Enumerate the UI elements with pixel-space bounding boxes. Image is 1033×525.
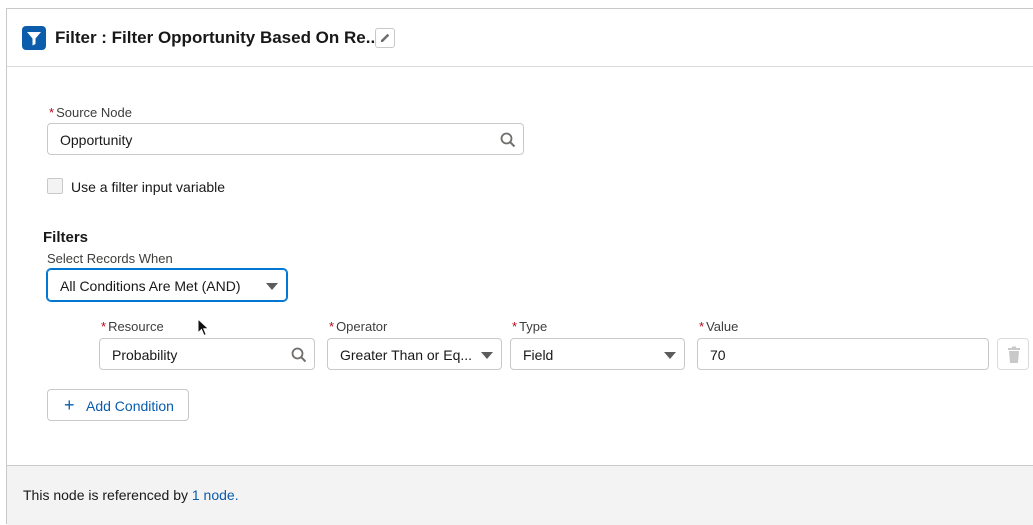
select-records-label: Select Records When — [47, 251, 173, 266]
filter-input-variable-checkbox[interactable] — [47, 178, 63, 194]
mouse-cursor-icon — [197, 317, 211, 338]
source-node-label: * Source Node — [49, 105, 132, 120]
panel-header: Filter : Filter Opportunity Based On Re.… — [7, 9, 1033, 67]
panel-footer: This node is referenced by 1 node. — [7, 465, 1033, 525]
operator-select[interactable]: Greater Than or Eq... — [327, 338, 502, 370]
plus-icon: + — [64, 395, 75, 415]
resource-value: Probability — [112, 347, 178, 363]
operator-value: Greater Than or Eq... — [340, 347, 473, 363]
type-select[interactable]: Field — [510, 338, 685, 370]
chevron-down-icon — [266, 283, 278, 290]
page-title: Filter : Filter Opportunity Based On Re.… — [55, 28, 380, 47]
resource-label: * Resource — [101, 319, 164, 334]
add-condition-button[interactable]: + Add Condition — [47, 389, 189, 421]
pencil-icon — [376, 33, 394, 51]
condition-logic-select[interactable]: All Conditions Are Met (AND) — [47, 269, 287, 301]
trash-icon — [1006, 346, 1022, 369]
type-value: Field — [523, 347, 554, 363]
value-label: * Value — [699, 319, 739, 334]
delete-condition-button[interactable] — [997, 338, 1029, 370]
condition-logic-value: All Conditions Are Met (AND) — [60, 278, 241, 294]
source-node-value: Opportunity — [60, 132, 133, 148]
referenced-nodes-link[interactable]: 1 node. — [192, 487, 239, 503]
chevron-down-icon — [481, 352, 493, 359]
value-value: 70 — [710, 347, 726, 363]
search-icon — [499, 131, 517, 149]
operator-label: * Operator — [329, 319, 388, 334]
filter-input-variable-label: Use a filter input variable — [71, 179, 226, 195]
filter-icon — [22, 26, 46, 50]
value-input[interactable]: 70 — [697, 338, 989, 370]
filter-editor-panel: Filter : Filter Opportunity Based On Re.… — [6, 8, 1033, 525]
edit-title-button[interactable] — [375, 28, 395, 48]
search-icon — [290, 346, 308, 364]
filters-heading: Filters — [43, 229, 89, 246]
source-node-input[interactable]: Opportunity — [47, 123, 524, 155]
footer-text: This node is referenced by 1 node. — [23, 487, 239, 503]
type-label: * Type — [512, 319, 548, 334]
chevron-down-icon — [664, 352, 676, 359]
resource-input[interactable]: Probability — [99, 338, 315, 370]
add-condition-label: Add Condition — [86, 398, 174, 414]
